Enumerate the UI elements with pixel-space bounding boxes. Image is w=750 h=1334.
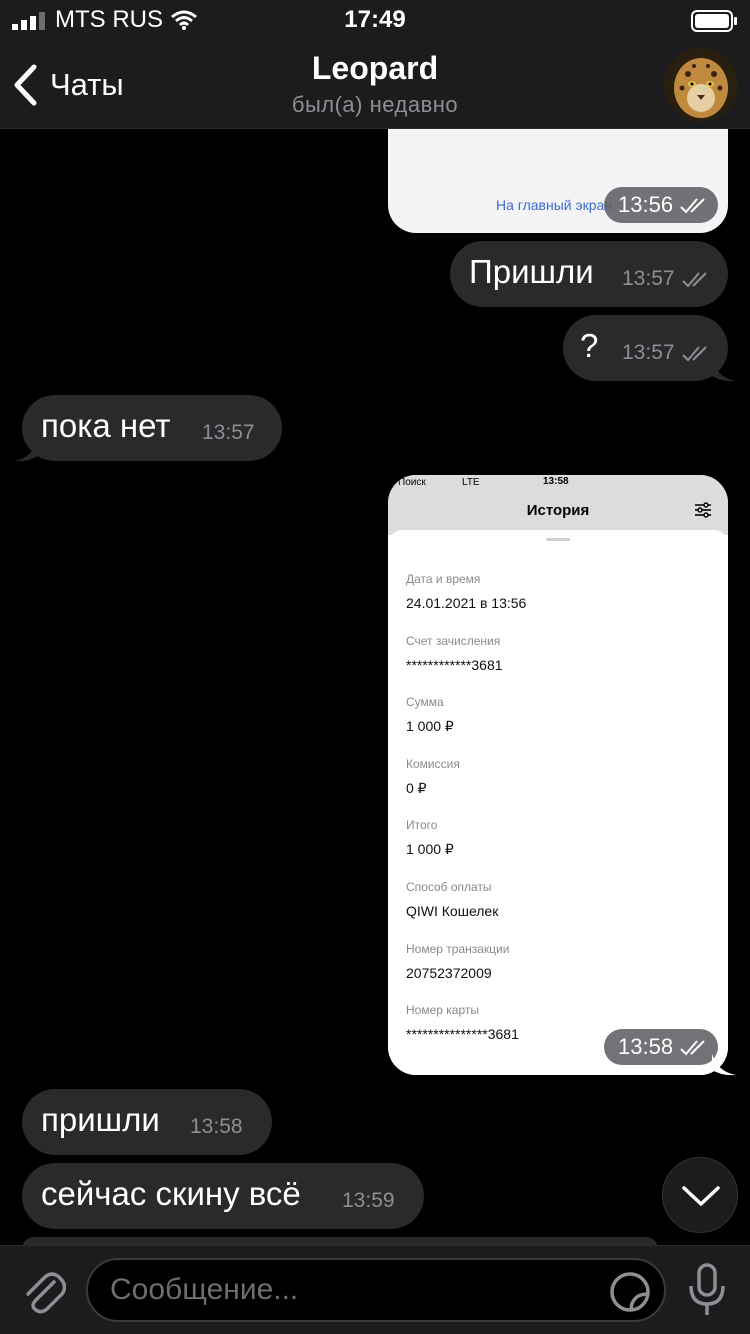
- back-chevron-icon: [14, 64, 37, 106]
- leopard-avatar-image: [664, 48, 738, 122]
- status-bar: MTS RUS 17:49: [0, 0, 750, 40]
- outgoing-image-message-partial[interactable]: На главный экран 13:56: [388, 129, 728, 233]
- message-text: ?: [580, 327, 599, 364]
- field-value: QIWI Кошелек: [406, 903, 499, 919]
- battery-icon: [691, 10, 737, 32]
- attach-icon[interactable]: [20, 1264, 66, 1316]
- carrier-name: MTS RUS: [55, 6, 163, 33]
- message-input[interactable]: [110, 1270, 590, 1310]
- outgoing-message[interactable]: ? 13:57: [563, 315, 728, 381]
- field-label: Способ оплаты: [406, 880, 492, 894]
- field-label: Номер транзакции: [406, 942, 510, 956]
- message-time-pill: 13:56: [604, 187, 718, 223]
- message-text: сейчас скину всё: [41, 1175, 301, 1212]
- sticker-icon[interactable]: [608, 1270, 652, 1314]
- message-time: 13:56: [618, 192, 674, 217]
- message-field[interactable]: [86, 1258, 666, 1322]
- incoming-message[interactable]: сейчас скину всё 13:59: [22, 1163, 424, 1229]
- microphone-icon[interactable]: [686, 1262, 728, 1318]
- message-input-bar: [0, 1245, 750, 1334]
- message-time: 13:57: [202, 421, 255, 444]
- incoming-message[interactable]: пришли 13:58: [22, 1089, 272, 1155]
- wifi-icon: [171, 10, 197, 30]
- field-label: Комиссия: [406, 757, 460, 771]
- field-value: ************3681: [406, 657, 503, 673]
- field-value: 20752372009: [406, 965, 492, 981]
- read-checks-icon: [682, 346, 707, 362]
- read-checks-icon: [680, 1040, 705, 1056]
- receipt-title: История: [526, 502, 590, 519]
- field-value: ***************3681: [406, 1026, 519, 1042]
- outgoing-message[interactable]: Пришли 13:57: [450, 241, 728, 307]
- message-time: 13:57: [622, 341, 675, 364]
- chevron-down-icon: [682, 1186, 720, 1206]
- receipt-status-left: Поиск: [398, 477, 426, 488]
- receipt-screenshot-header: Поиск LTE 13:58 История: [388, 475, 728, 535]
- receipt-status-time: 13:58: [543, 476, 569, 487]
- bubble-tail: [14, 440, 38, 462]
- incoming-message[interactable]: пока нет 13:57: [22, 395, 282, 461]
- message-time: 13:58: [190, 1115, 243, 1138]
- field-value: 1 000 ₽: [406, 841, 454, 857]
- field-value: 0 ₽: [406, 780, 427, 796]
- message-text: Пришли: [469, 253, 594, 290]
- message-text: пришли: [41, 1101, 160, 1138]
- bubble-tail: [712, 1054, 736, 1076]
- scroll-to-bottom-button[interactable]: [662, 1157, 738, 1233]
- home-screen-link: На главный экран: [496, 197, 613, 213]
- field-label: Итого: [406, 818, 438, 832]
- chat-header: Чаты Leopard был(а) недавно: [0, 40, 750, 129]
- back-button[interactable]: Чаты: [12, 60, 124, 110]
- sheet-grabber: [546, 538, 570, 541]
- receipt-sheet: Дата и время 24.01.2021 в 13:56 Счет зач…: [388, 530, 728, 1075]
- message-time: 13:58: [618, 1034, 674, 1059]
- receipt-status-network: LTE: [462, 477, 480, 488]
- message-time-pill: 13:58: [604, 1029, 718, 1065]
- field-label: Номер карты: [406, 1003, 479, 1017]
- filter-icon: [695, 502, 711, 518]
- outgoing-image-message[interactable]: Поиск LTE 13:58 История Дата и время 24.…: [388, 475, 728, 1075]
- back-label: Чаты: [50, 67, 124, 102]
- bubble-tail: [712, 360, 736, 382]
- avatar[interactable]: [664, 48, 738, 122]
- field-label: Сумма: [406, 695, 444, 709]
- message-time: 13:57: [622, 267, 675, 290]
- field-label: Счет зачисления: [406, 634, 501, 648]
- signal-icon: [12, 12, 45, 30]
- field-value: 24.01.2021 в 13:56: [406, 595, 527, 611]
- field-value: 1 000 ₽: [406, 718, 454, 734]
- read-checks-icon: [682, 272, 707, 288]
- message-text: пока нет: [41, 407, 171, 444]
- message-time: 13:59: [342, 1189, 395, 1212]
- read-checks-icon: [680, 198, 705, 214]
- field-label: Дата и время: [406, 572, 481, 586]
